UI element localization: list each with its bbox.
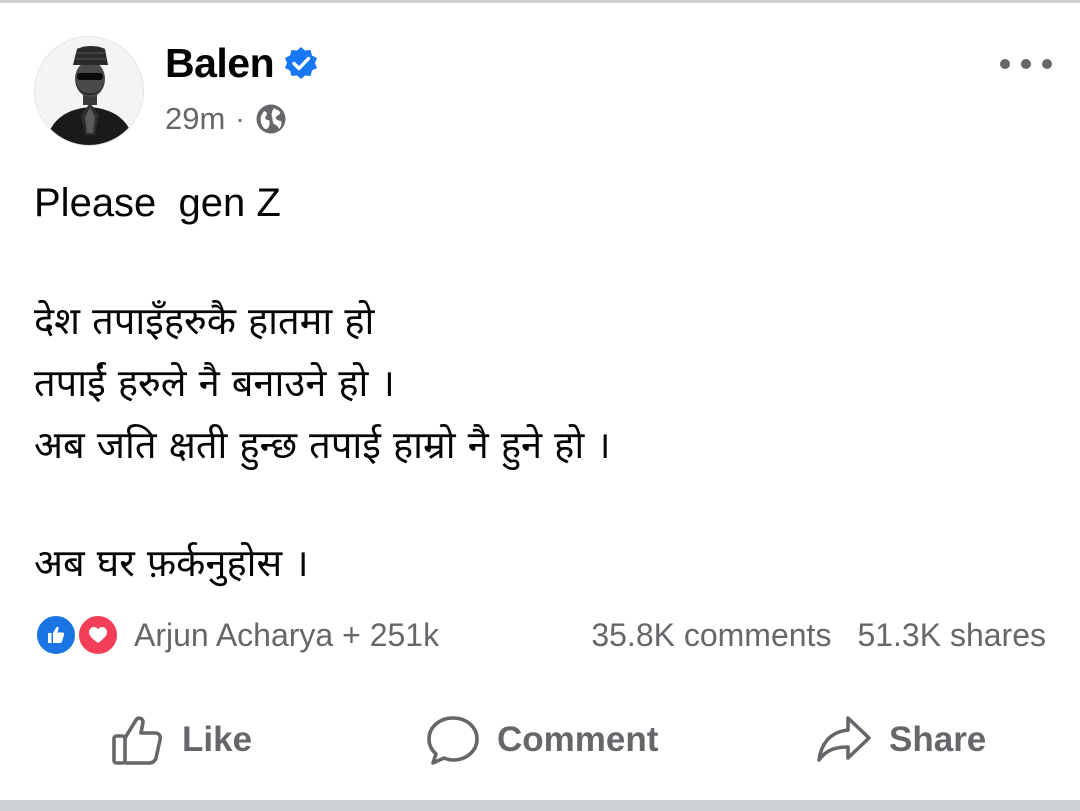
like-reaction-icon [34,613,78,657]
more-options-icon[interactable] [1000,52,1052,76]
meta-separator: · [235,103,245,134]
post-meta: 29m · [165,99,287,139]
bottom-divider [0,800,1080,811]
love-reaction-icon [76,613,120,657]
engagement-counts: 35.8K comments 51.3K shares [591,617,1046,654]
like-icon [112,716,163,765]
share-icon [817,716,871,762]
comment-label: Comment [497,720,659,759]
comment-icon [427,716,479,765]
avatar-photo [35,37,143,145]
like-label: Like [182,720,253,759]
action-bar: Like Comment Share [0,705,1080,775]
author-name[interactable]: Balen [165,40,275,87]
verified-badge-icon [284,46,318,80]
post-time[interactable]: 29m [165,101,225,137]
post-text-line: अब घर फ़र्कनुहोस । [34,541,309,585]
share-button[interactable]: Share [815,705,986,775]
share-label: Share [889,720,987,759]
post-text: Please gen Z देश तपाइँहरुकै हातमा हो तपा… [34,172,1044,594]
like-button[interactable]: Like [110,705,252,775]
reactions-row: Arjun Acharya + 251k 35.8K comments 51.3… [34,612,1046,658]
more-dot [1042,59,1052,69]
more-dot [1000,59,1010,69]
comment-button[interactable]: Comment [425,705,658,775]
reactions-summary[interactable]: Arjun Acharya + 251k [134,617,439,654]
shares-count[interactable]: 51.3K shares [857,617,1046,654]
post-text-line: देश तपाइँहरुकै हातमा हो [34,299,375,343]
post-text-line: Please gen Z [34,181,281,225]
comments-count[interactable]: 35.8K comments [591,617,831,654]
avatar[interactable] [34,36,144,146]
more-dot [1021,59,1031,69]
reaction-icons[interactable] [34,613,126,657]
author-row: Balen [165,38,318,88]
post-text-line: तपाईं हरुले नै बनाउने हो । [34,361,395,405]
top-divider [0,0,1080,3]
post-text-line: अब जति क्षती हुन्छ तपाई हाम्रो नै हुने ह… [34,423,611,467]
globe-icon [255,103,287,135]
